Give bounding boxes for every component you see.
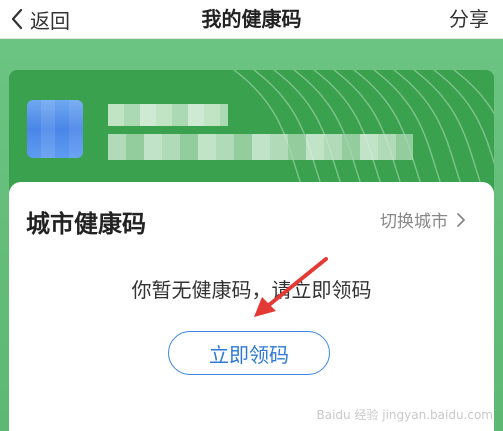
switch-city-link[interactable]: 切换城市 [380, 207, 468, 232]
avatar [27, 100, 83, 158]
blurred-user-name [108, 104, 228, 126]
back-label: 返回 [30, 8, 70, 33]
navigation-bar: 返回 我的健康码 分享 [0, 0, 503, 39]
switch-city-label: 切换城市 [380, 212, 448, 232]
blurred-id-number [108, 134, 413, 160]
get-code-button[interactable]: 立即领码 [168, 331, 330, 375]
share-button[interactable]: 分享 [449, 0, 489, 38]
card-title: 城市健康码 [26, 210, 146, 238]
chevron-right-icon [457, 212, 465, 227]
annotation-arrow-icon [254, 257, 328, 317]
chevron-left-icon [11, 8, 23, 30]
back-button[interactable]: 返回 [8, 0, 70, 38]
page-title: 我的健康码 [201, 7, 302, 31]
watermark: Baidu 经验 jingyan.baidu.com [316, 408, 493, 422]
